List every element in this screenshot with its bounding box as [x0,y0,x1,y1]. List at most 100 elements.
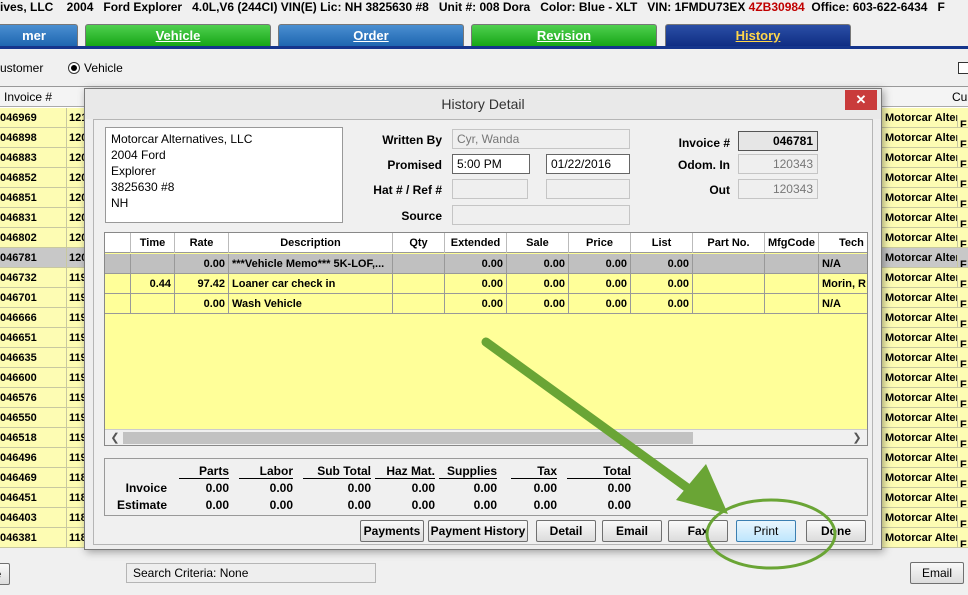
table-row[interactable]: 046576 119 [0,388,88,408]
table-row[interactable]: 046898 120 [0,128,88,148]
table-row[interactable]: Motorcar AlternF [879,288,968,308]
col-price[interactable]: Price [569,233,631,253]
last-cell: F [957,295,967,307]
customer-cell: Motorcar Altern [885,372,957,384]
tab-order[interactable]: Order [278,24,464,46]
source-field[interactable] [452,205,630,225]
table-row[interactable]: 046831 120 [0,208,88,228]
line-items-header: Time Rate Description Qty Extended Sale … [105,233,867,253]
col-qty[interactable]: Qty [393,233,445,253]
table-row[interactable]: 046701 119 [0,288,88,308]
table-row[interactable]: Motorcar AlternF [879,428,968,448]
cell-qty [393,294,445,314]
grid-header-invoice[interactable]: Invoice # [4,87,52,107]
payments-button[interactable]: Payments [360,520,424,542]
ro-cell: 119 [66,448,87,467]
table-row[interactable]: Motorcar AlternF [879,488,968,508]
scroll-left-icon[interactable]: ❮ [107,430,123,445]
table-row[interactable]: 046651 119 [0,328,88,348]
table-row[interactable]: 046666 119 [0,308,88,328]
tab-revision[interactable]: Revision [471,24,657,46]
table-row[interactable]: 046802 120 [0,228,88,248]
table-row[interactable]: 046403 118 [0,508,88,528]
email-dialog-button[interactable]: Email [602,520,662,542]
tab-vehicle[interactable]: Vehicle [85,24,271,46]
table-row[interactable]: Motorcar AlternF [879,388,968,408]
promised-date-field[interactable]: 01/22/2016 [546,154,630,174]
radio-customer-label[interactable]: ustomer [0,61,43,75]
total-invoice-value: 0.00 [347,481,371,495]
col-tech[interactable]: Tech [819,233,867,253]
hat-field[interactable] [452,179,528,199]
fax-button[interactable]: Fax [668,520,728,542]
print-button[interactable]: Print [736,520,796,542]
tab-customer[interactable]: mer [0,24,78,46]
table-row[interactable]: 046381 118 [0,528,88,548]
col-mfg-code[interactable]: MfgCode [765,233,819,253]
ref-field[interactable] [546,179,630,199]
table-row[interactable]: 046451 118 [0,488,88,508]
table-row[interactable]: 046732 119 [0,268,88,288]
table-row[interactable]: Motorcar AlternF [879,468,968,488]
table-row[interactable]: Motorcar AlternF [879,108,968,128]
col-list[interactable]: List [631,233,693,253]
table-row[interactable]: 046883 120 [0,148,88,168]
col-rate[interactable]: Rate [175,233,229,253]
odom-out-field[interactable]: 120343 [738,179,818,199]
bottom-left-button[interactable]: e [0,563,10,585]
table-row[interactable]: 046518 119 [0,428,88,448]
odom-in-field[interactable]: 120343 [738,154,818,174]
col-part-no[interactable]: Part No. [693,233,765,253]
table-row[interactable]: Motorcar AlternF [879,308,968,328]
radio-vehicle-label[interactable]: Vehicle [84,61,123,75]
table-row[interactable]: Motorcar AlternF [879,508,968,528]
table-row[interactable]: 046600 119 [0,368,88,388]
col-extended[interactable]: Extended [445,233,507,253]
table-row[interactable]: 0.00 Wash Vehicle 0.00 0.00 0.00 0.00 N/A [105,294,867,314]
horizontal-scrollbar[interactable]: ❮ ❯ [105,429,867,445]
done-button[interactable]: Done [806,520,866,542]
col-time[interactable]: Time [131,233,175,253]
table-row[interactable]: Motorcar AlternF [879,188,968,208]
close-icon[interactable]: ✕ [845,90,877,110]
table-row[interactable]: 046550 119 [0,408,88,428]
table-row[interactable]: 046469 118 [0,468,88,488]
right-checkbox[interactable] [958,62,968,74]
table-row[interactable]: 0.00 ***Vehicle Memo*** 5K-LOF,... 0.00 0.0… [105,254,867,274]
cell-price: 0.00 [569,294,631,314]
table-row[interactable]: 046969 121 [0,108,88,128]
table-row[interactable]: 046496 119 [0,448,88,468]
table-row[interactable]: Motorcar AlternF [879,268,968,288]
table-row[interactable]: Motorcar AlternF [879,228,968,248]
table-row[interactable]: Motorcar AlternF [879,348,968,368]
table-row[interactable]: Motorcar AlternF [879,248,968,268]
col-description[interactable]: Description [229,233,393,253]
table-row[interactable]: Motorcar AlternF [879,528,968,548]
promised-time-field[interactable]: 5:00 PM [452,154,530,174]
tab-history[interactable]: History [665,24,851,48]
grid-header-customer[interactable]: Cu [952,87,967,107]
table-row[interactable]: 046851 120 [0,188,88,208]
email-button[interactable]: Email [910,562,964,584]
scrollbar-thumb[interactable] [123,432,693,444]
scroll-right-icon[interactable]: ❯ [849,430,865,445]
table-row[interactable]: 046781 120 [0,248,88,268]
table-row[interactable]: 046635 119 [0,348,88,368]
table-row[interactable]: Motorcar AlternF [879,168,968,188]
table-row[interactable]: Motorcar AlternF [879,368,968,388]
customer-address-box: Motorcar Alternatives, LLC 2004 Ford Exp… [105,127,343,223]
detail-button[interactable]: Detail [536,520,596,542]
table-row[interactable]: Motorcar AlternF [879,208,968,228]
table-row[interactable]: Motorcar AlternF [879,128,968,148]
table-row[interactable]: Motorcar AlternF [879,408,968,428]
table-row[interactable]: 046852 120 [0,168,88,188]
payment-history-button[interactable]: Payment History [428,520,528,542]
table-row[interactable]: Motorcar AlternF [879,448,968,468]
table-row[interactable]: Motorcar AlternF [879,328,968,348]
written-by-field[interactable]: Cyr, Wanda [452,129,630,149]
radio-vehicle[interactable] [68,62,81,74]
col-sale[interactable]: Sale [507,233,569,253]
invoice-number-field[interactable]: 046781 [738,131,818,151]
table-row[interactable]: 0.44 97.42 Loaner car check in 0.00 0.00 0.00… [105,274,867,294]
table-row[interactable]: Motorcar AlternF [879,148,968,168]
